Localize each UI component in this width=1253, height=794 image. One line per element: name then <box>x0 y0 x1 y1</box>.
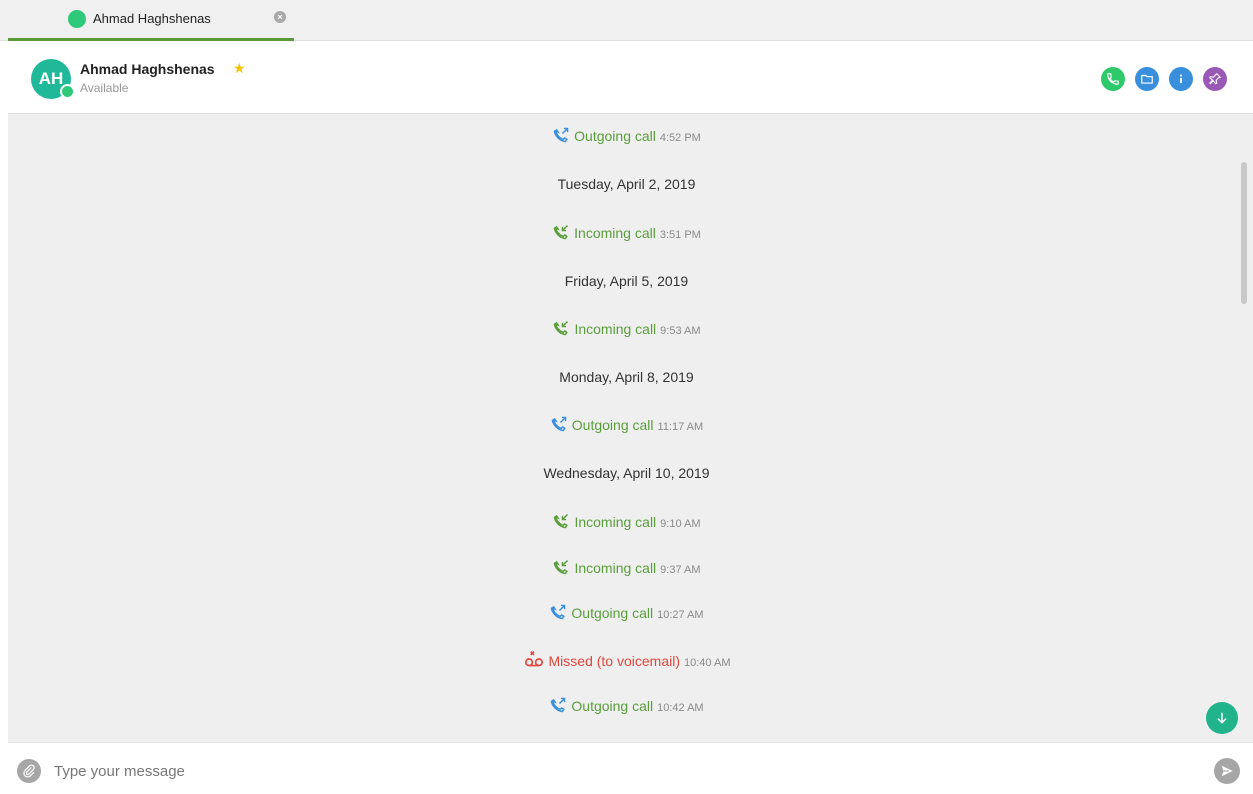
outgoing-call-icon <box>549 604 567 623</box>
call-entry: Incoming call 9:37 AM <box>8 559 1245 578</box>
call-time: 9:53 AM <box>660 325 701 337</box>
call-time: 10:40 AM <box>684 657 731 669</box>
call-time: 11:17 AM <box>657 421 704 433</box>
call-time: 9:10 AM <box>660 518 701 530</box>
star-icon[interactable]: ★ <box>233 60 246 77</box>
tab-bar: Ahmad Haghshenas × <box>0 0 1253 41</box>
pin-button[interactable] <box>1203 67 1227 91</box>
info-icon <box>1179 74 1183 84</box>
presence-icon <box>68 10 86 28</box>
outgoing-call-icon <box>552 127 570 146</box>
call-label: Outgoing call <box>571 605 654 621</box>
pin-icon <box>1209 73 1222 85</box>
files-button[interactable] <box>1135 67 1159 91</box>
call-time: 9:37 AM <box>660 564 701 576</box>
paperclip-icon <box>23 764 35 778</box>
call-entry: Outgoing call 10:42 AM <box>8 697 1245 716</box>
call-button[interactable] <box>1101 67 1125 91</box>
incoming-call-icon <box>552 224 570 243</box>
call-label: Incoming call <box>574 225 656 241</box>
incoming-call-icon <box>552 513 570 532</box>
message-input[interactable] <box>52 758 1156 784</box>
call-entry: Outgoing call 10:27 AM <box>8 604 1245 623</box>
call-time: 4:52 PM <box>659 132 701 144</box>
call-label: Outgoing call <box>571 417 654 433</box>
message-history[interactable]: Outgoing call 4:52 PM Tuesday, April 2, 2… <box>8 114 1253 742</box>
info-button[interactable] <box>1169 67 1193 91</box>
call-label: Missed (to voicemail) <box>548 653 680 669</box>
voicemail-missed-icon <box>523 650 545 671</box>
outgoing-call-icon <box>550 416 568 435</box>
call-label: Incoming call <box>574 560 657 576</box>
scroll-to-bottom-button[interactable] <box>1206 702 1238 734</box>
presence-status-icon <box>60 84 75 99</box>
date-separator: Tuesday, April 2, 2019 <box>557 176 696 192</box>
call-entry: Outgoing call 4:52 PM <box>8 127 1245 146</box>
tab-conversation[interactable]: Ahmad Haghshenas × <box>8 0 294 41</box>
call-label: Outgoing call <box>574 128 656 144</box>
send-icon <box>1221 765 1233 777</box>
date-separator: Monday, April 8, 2019 <box>559 369 694 385</box>
close-icon[interactable]: × <box>274 11 286 23</box>
date-separator: Wednesday, April 10, 2019 <box>543 465 710 481</box>
call-label: Outgoing call <box>571 698 654 714</box>
phone-icon <box>1107 73 1119 85</box>
folder-icon <box>1141 74 1153 84</box>
contact-header: AH Ahmad Haghshenas ★ Available <box>8 41 1253 114</box>
incoming-call-icon <box>552 320 570 339</box>
chat-window: Ahmad Haghshenas × AH Ahmad Haghshenas ★… <box>0 0 1253 794</box>
contact-name: Ahmad Haghshenas <box>80 61 215 77</box>
send-button[interactable] <box>1214 758 1240 784</box>
call-entry: Incoming call 3:51 PM <box>8 224 1245 243</box>
contact-status: Available <box>80 81 129 95</box>
scrollbar-thumb[interactable] <box>1241 162 1247 304</box>
arrow-down-icon <box>1217 712 1227 724</box>
date-separator: Friday, April 5, 2019 <box>564 273 689 289</box>
call-entry: Incoming call 9:10 AM <box>8 513 1245 532</box>
call-entry: Outgoing call 11:17 AM <box>8 416 1245 435</box>
message-composer <box>8 742 1253 794</box>
outgoing-call-icon <box>549 697 567 716</box>
call-label: Incoming call <box>574 321 657 337</box>
call-entry: Missed (to voicemail) 10:40 AM <box>8 650 1245 671</box>
call-label: Incoming call <box>574 514 657 530</box>
call-time: 3:51 PM <box>659 229 701 241</box>
tab-label: Ahmad Haghshenas <box>93 11 211 26</box>
call-entry: Incoming call 9:53 AM <box>8 320 1245 339</box>
incoming-call-icon <box>552 559 570 578</box>
attach-button[interactable] <box>17 759 41 783</box>
call-time: 10:27 AM <box>657 609 704 621</box>
call-time: 10:42 AM <box>657 702 704 714</box>
